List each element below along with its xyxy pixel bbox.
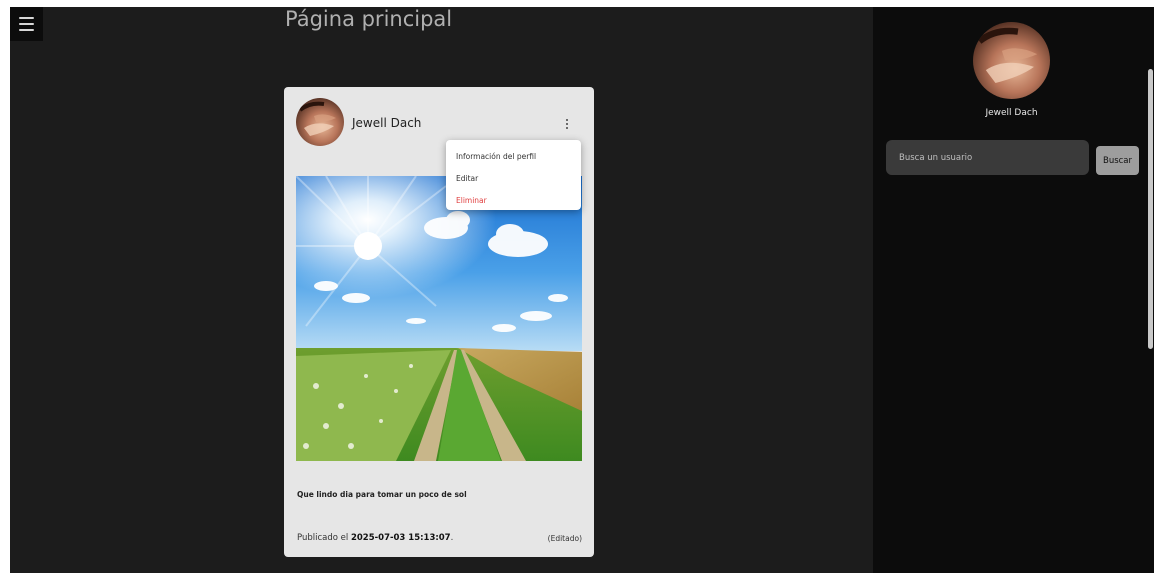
search-button[interactable]: Buscar (1096, 146, 1139, 175)
post-author-name[interactable]: Jewell Dach (352, 116, 421, 130)
menu-item-edit[interactable]: Editar (446, 168, 581, 190)
app-frame: Página principal Jewell Dach Que lindo d… (10, 7, 1154, 573)
scrollbar[interactable] (1146, 7, 1154, 573)
post-image (296, 176, 582, 461)
post-options-dropdown: Información del perfil Editar Eliminar (446, 140, 581, 210)
sidebar-user-name: Jewell Dach (985, 108, 1038, 118)
avatar-image (296, 98, 344, 146)
avatar-image (973, 22, 1050, 99)
edited-label: (Editado) (547, 534, 582, 543)
post-caption: Que lindo dia para tomar un poco de sol (297, 490, 467, 499)
hamburger-icon (19, 17, 34, 19)
user-search-input[interactable] (886, 140, 1089, 175)
menu-item-delete[interactable]: Eliminar (446, 190, 581, 212)
published-suffix: . (450, 533, 454, 543)
kebab-menu-icon[interactable] (560, 116, 574, 132)
published-info: Publicado el 2025-07-03 15:13:07. (297, 533, 453, 543)
landscape-image (296, 176, 582, 461)
published-datetime: 2025-07-03 15:13:07 (350, 533, 451, 543)
page-title: Página principal (285, 7, 453, 31)
author-avatar[interactable] (296, 98, 344, 146)
scrollbar-thumb[interactable] (1148, 69, 1153, 349)
menu-item-profile-info[interactable]: Información del perfil (446, 146, 581, 168)
sidebar-user-avatar[interactable] (973, 22, 1050, 99)
published-prefix: Publicado el (297, 533, 349, 543)
right-sidebar: Jewell Dach Buscar (873, 7, 1154, 573)
hamburger-menu-button[interactable] (10, 7, 43, 41)
